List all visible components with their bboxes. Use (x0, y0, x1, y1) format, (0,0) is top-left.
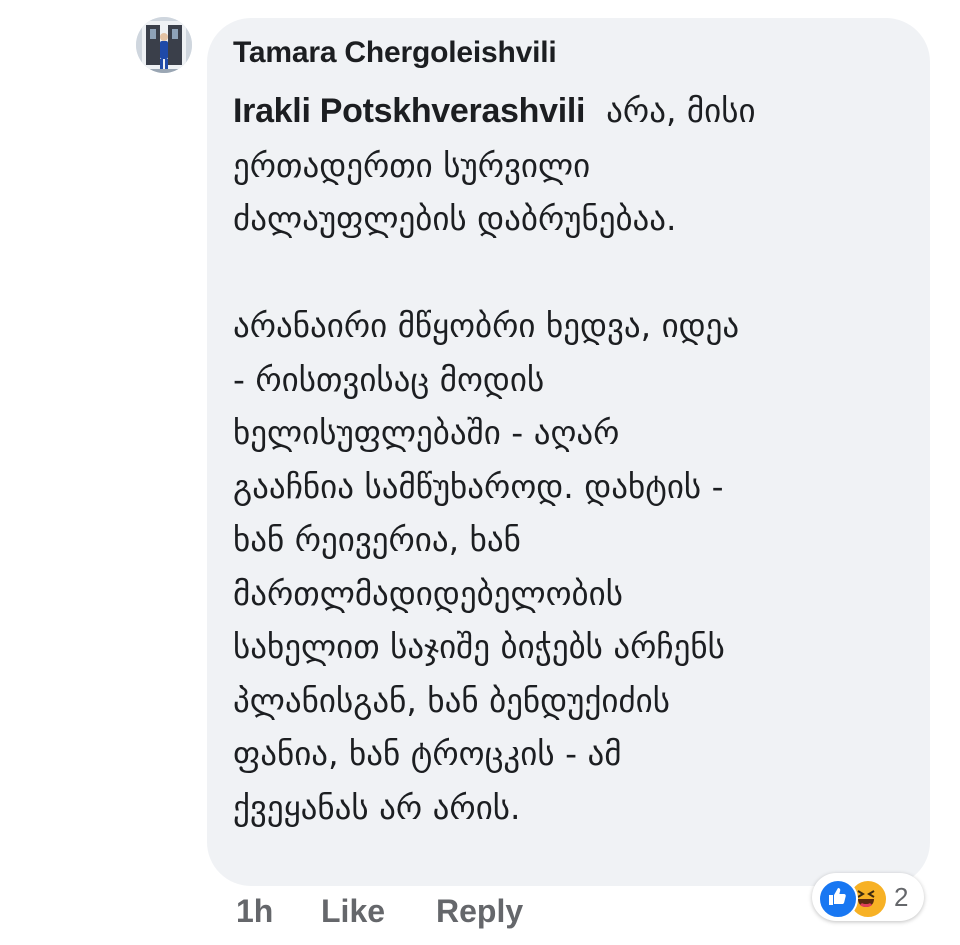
paragraph-break (233, 246, 913, 300)
comment-line-text: არა, მისი (606, 91, 756, 130)
comment-line: ქვეყანას არ არის. (233, 787, 521, 827)
mention-link[interactable]: Irakli Potskhverashvili (233, 92, 585, 130)
comment-line: - რისთვისაც მოდის (233, 359, 545, 399)
comment-line: მართლმადიდებელობის (233, 573, 623, 613)
comment-line: ძალაუფლების დაბრუნებაა. (233, 199, 677, 238)
like-reaction-icon (818, 879, 858, 919)
comment-line: არანაირი მწყობრი ხედვა, იდეა (233, 306, 740, 345)
comment-line: ხან რეივერია, ხან (233, 520, 521, 559)
comment-line: გააჩნია სამწუხაროდ. დახტის - (233, 466, 724, 506)
timestamp-link[interactable]: 1h (236, 893, 273, 930)
reaction-summary[interactable]: 2 (812, 873, 924, 921)
reaction-count: 2 (894, 882, 909, 912)
comment-body: Irakli Potskhverashvili არა, მისი ერთადე… (233, 84, 913, 834)
avatar[interactable] (136, 17, 192, 73)
comment-line: Irakli Potskhverashvili არა, მისი (233, 84, 913, 139)
comment-line: ერთადერთი სურვილი (233, 145, 591, 185)
comment-line: ხელისუფლებაში - აღარ (233, 413, 620, 452)
comment-line: ფანია, ხან ტროცკის - ამ (233, 734, 622, 773)
reply-button[interactable]: Reply (436, 893, 523, 930)
like-button[interactable]: Like (321, 893, 385, 930)
comment-line: პლანისგან, ხან ბენდუქიძის (233, 680, 670, 720)
avatar-photo-icon (136, 17, 192, 73)
comment-line: სახელით საჯიშე ბიჭებს არჩენს (233, 627, 725, 666)
comment-author[interactable]: Tamara Chergoleishvili (233, 36, 557, 70)
